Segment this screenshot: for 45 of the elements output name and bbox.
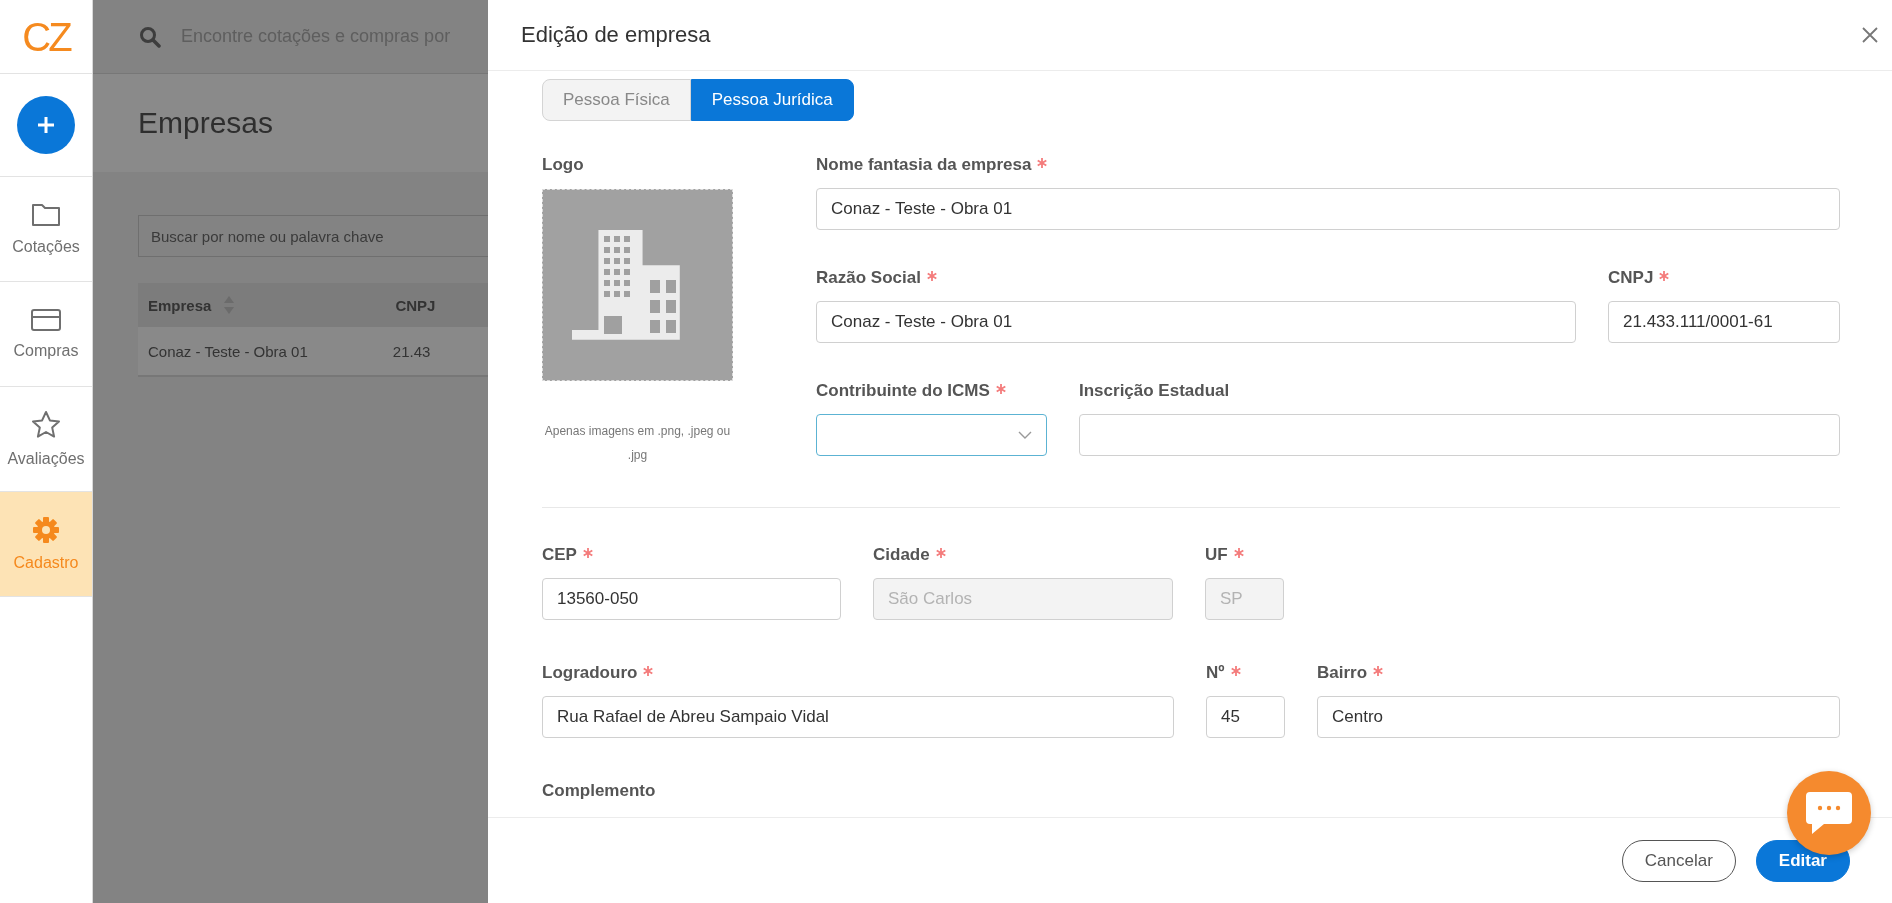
field-label: UF — [1205, 545, 1228, 565]
star-icon — [31, 410, 61, 440]
column-header: CNPJ — [395, 296, 436, 314]
folder-icon — [31, 202, 61, 228]
select-field[interactable] — [816, 414, 1047, 456]
search-icon — [139, 25, 161, 48]
field-label: Razão Social — [816, 268, 921, 288]
input-field[interactable]: Centro — [1317, 696, 1840, 738]
column-header[interactable]: Empresa — [148, 296, 212, 314]
tab[interactable]: Pessoa Física — [542, 79, 691, 121]
field-label: CEP — [542, 545, 577, 565]
field-label: CNPJ — [1608, 268, 1654, 288]
modal-title: Edição de empresa — [521, 22, 711, 48]
input-field[interactable]: Conaz - Teste - Obra 01 — [816, 301, 1576, 343]
page-title: Empresas — [138, 106, 274, 140]
field-label: Nº — [1206, 663, 1225, 683]
field-label: Bairro — [1317, 663, 1368, 683]
field-label: Nome fantasia da empresa — [816, 155, 1032, 175]
chat-button[interactable] — [1787, 771, 1871, 855]
input-field[interactable]: 13560-050 — [542, 578, 841, 620]
field-label: Inscrição Estadual — [1079, 381, 1230, 401]
upload-hint: Apenas imagens em .png, .jpeg ou .jpg — [543, 423, 732, 464]
cancel-button[interactable]: Cancelar — [1621, 839, 1736, 882]
field-label: Logradouro — [542, 663, 638, 683]
chat-bubble-icon — [1804, 790, 1854, 836]
input-field[interactable]: 21.433.111/0001-61 — [1608, 301, 1840, 343]
tab[interactable]: Pessoa Jurídica — [690, 79, 854, 121]
field-label: Contribuinte do ICMS — [816, 381, 990, 401]
table-cell: 21.43 — [392, 342, 431, 360]
plus-icon — [35, 114, 57, 136]
input-field[interactable] — [1079, 414, 1840, 456]
close-icon — [1861, 26, 1879, 44]
field-label: Logo — [542, 155, 585, 175]
logo-upload[interactable] — [542, 189, 733, 381]
input-field[interactable]: Rua Rafael de Abreu Sampaio Vidal — [542, 696, 1174, 738]
table-cell: Conaz - Teste - Obra 01 — [148, 342, 308, 360]
add-button[interactable] — [17, 96, 75, 154]
input-field[interactable]: Conaz - Teste - Obra 01 — [816, 188, 1840, 230]
search-field[interactable]: Buscar por nome ou palavra chave — [138, 215, 488, 257]
input-field[interactable]: 45 — [1206, 696, 1285, 738]
chevron-down-icon — [1018, 430, 1032, 440]
card-icon — [30, 308, 62, 332]
field-label: Complemento — [542, 781, 656, 801]
company-logo: CZ — [22, 16, 70, 57]
field-label: Cidade — [873, 545, 930, 565]
